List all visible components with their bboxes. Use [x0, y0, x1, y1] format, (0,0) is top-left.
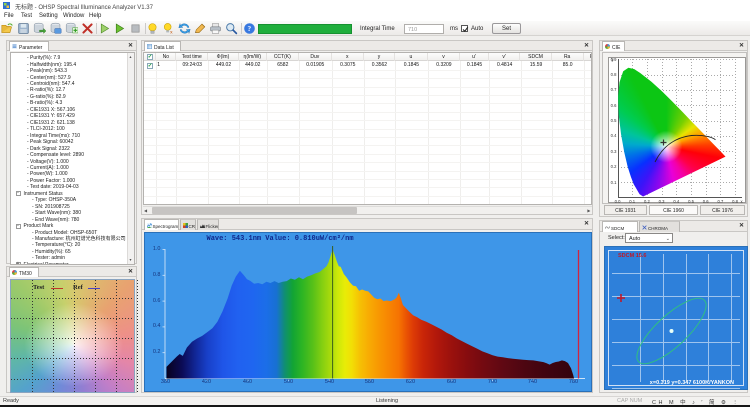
- svg-text:x: x: [170, 30, 173, 35]
- svg-text:?: ?: [247, 24, 251, 33]
